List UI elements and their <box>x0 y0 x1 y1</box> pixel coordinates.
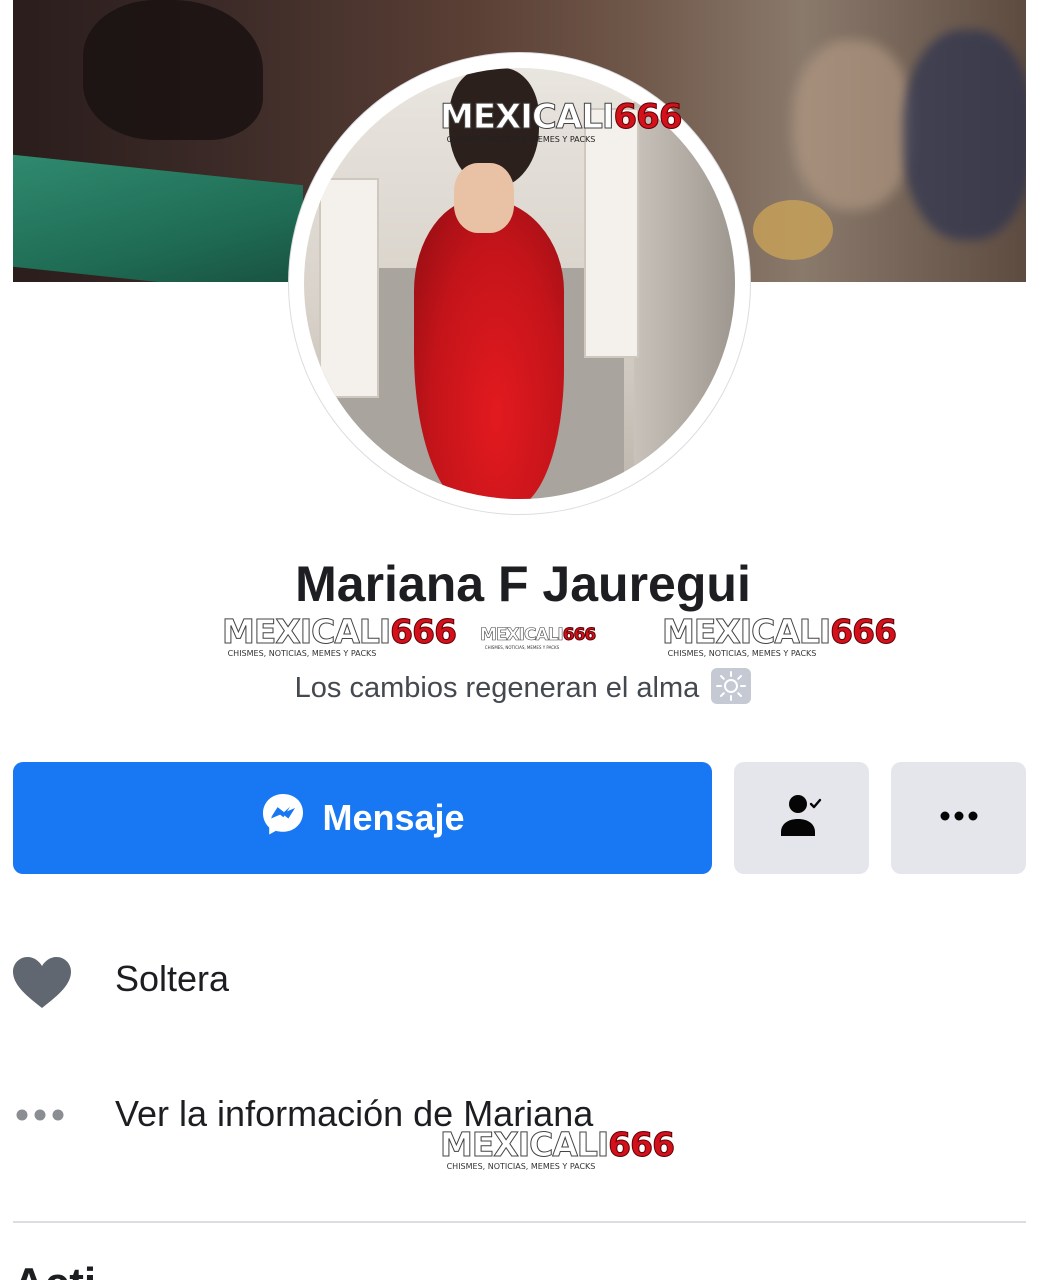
message-button-label: Mensaje <box>322 797 465 838</box>
friend-status-button[interactable] <box>734 762 869 874</box>
watermark-logo: MEXICALI666 CHISMES, NOTICIAS, MEMES Y P… <box>661 612 897 658</box>
message-button[interactable]: Mensaje <box>13 762 712 874</box>
relationship-row: Soltera <box>0 940 1046 1020</box>
watermark-logo: MEXICALI666 CHISMES, NOTICIAS, MEMES Y P… <box>440 97 683 144</box>
photo-shape <box>319 178 379 398</box>
next-section-heading: Acti <box>13 1262 153 1280</box>
watermark-logo: MEXICALI666 CHISMES, NOTICIAS, MEMES Y P… <box>439 1125 675 1171</box>
watermark-logo: MEXICALI666 CHISMES, NOTICIAS, MEMES Y P… <box>221 612 457 658</box>
friend-check-icon <box>778 792 826 845</box>
sun-emoji-icon <box>711 668 752 704</box>
dots-icon <box>12 1107 68 1128</box>
photo-shape <box>584 108 639 358</box>
section-divider <box>13 1221 1026 1223</box>
photo-shape <box>414 198 564 499</box>
cover-shape <box>83 0 263 140</box>
bio-text: Los cambios regeneran el alma <box>294 672 700 704</box>
more-options-button[interactable] <box>891 762 1026 874</box>
messenger-icon <box>260 791 306 846</box>
profile-bio: Los cambios regeneran el alma <box>0 668 1046 705</box>
cover-shape <box>753 200 833 260</box>
relationship-status: Soltera <box>115 958 230 999</box>
cover-shape <box>13 154 303 282</box>
cover-shape <box>793 40 913 210</box>
profile-name: Mariana F Jauregui <box>295 556 751 612</box>
cover-shape <box>903 30 1026 240</box>
watermark-logo: MEXICALI666 CHISMES, NOTICIAS, MEMES Y P… <box>480 625 597 650</box>
photo-shape <box>454 163 514 233</box>
ellipsis-icon <box>939 809 979 827</box>
heart-icon <box>12 956 72 1015</box>
